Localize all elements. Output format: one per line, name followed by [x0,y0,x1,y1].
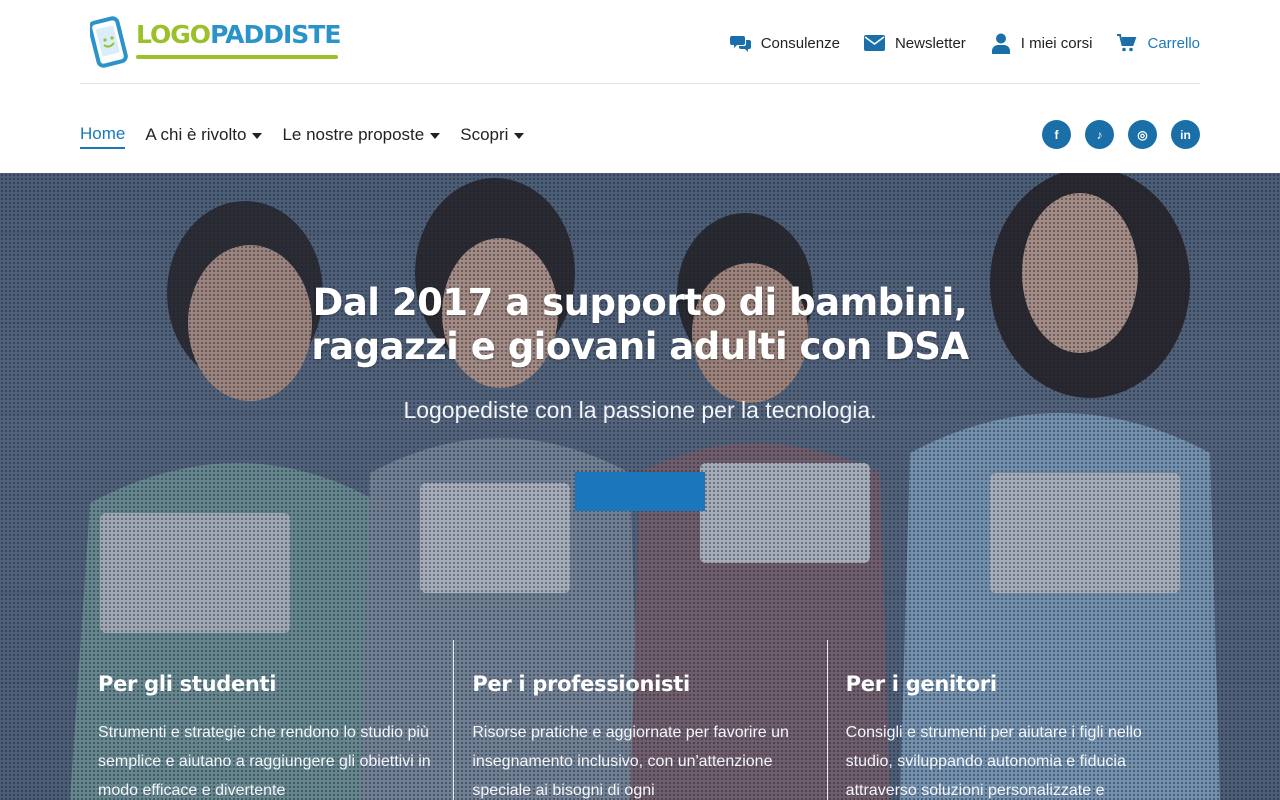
tablet-logo-icon [90,16,128,68]
hero-title-line1: Dal 2017 a supporto di bambini, [312,281,968,324]
main-nav: Home A chi è rivolto Le nostre proposte … [80,124,525,149]
nav-item-scopri[interactable]: Scopri [460,125,525,148]
column-professionisti: Per i professionisti Risorse pratiche e … [453,640,826,800]
i-miei-corsi-label: I miei corsi [1020,34,1093,52]
nav-item-a-chi-e-rivolto[interactable]: A chi è rivolto [145,125,263,148]
tiktok-icon[interactable]: ♪ [1085,120,1114,149]
nav-item-home-label: Home [80,124,126,143]
audience-columns: Per gli studenti Strumenti e strategie c… [80,640,1200,800]
logo-part1: LOGO [136,20,211,49]
carrello-label: Carrello [1147,34,1200,52]
social-links: f ♪ ◎ in [1042,120,1200,149]
nav-item-home[interactable]: Home [80,124,126,149]
caret-down-icon [252,133,263,139]
carrello-link[interactable]: Carrello [1116,32,1200,54]
column-studenti-text: Strumenti e strategie che rendono lo stu… [98,724,431,799]
column-genitori-title: Per i genitori [845,672,997,696]
column-genitori-text: Consigli e strumenti per aiutare i figli… [845,724,1142,799]
hero-subtitle: Logopediste con la passione per la tecno… [403,397,877,423]
column-genitori: Per i genitori Consigli e strumenti per … [826,640,1200,800]
envelope-icon [864,32,886,54]
newsletter-label: Newsletter [894,34,966,52]
hero-cta-button[interactable] [575,472,705,511]
top-header: LOGOPADDISTE Consulenze Newsletter I mie… [80,0,1200,84]
utility-nav: Consulenze Newsletter I miei corsi Carre… [730,32,1200,54]
caret-down-icon [430,133,441,139]
cart-icon [1116,32,1138,54]
i-miei-corsi-link[interactable]: I miei corsi [990,32,1093,54]
facebook-icon[interactable]: f [1042,120,1071,149]
instagram-icon[interactable]: ◎ [1128,120,1157,149]
chat-bubbles-icon [730,32,752,54]
caret-down-icon [514,133,525,139]
linkedin-icon[interactable]: in [1171,120,1200,149]
newsletter-link[interactable]: Newsletter [864,32,966,54]
consulenze-label: Consulenze [760,34,840,52]
main-nav-row: Home A chi è rivolto Le nostre proposte … [80,84,1200,172]
logo-underline [136,55,338,59]
user-icon [990,32,1012,54]
nav-item-le-nostre-proposte[interactable]: Le nostre proposte [282,125,441,148]
column-professionisti-text: Risorse pratiche e aggiornate per favori… [472,724,789,799]
nav-item-le-nostre-proposte-label: Le nostre proposte [282,125,425,144]
column-studenti: Per gli studenti Strumenti e strategie c… [80,640,453,800]
column-studenti-title: Per gli studenti [98,672,277,696]
site-logo[interactable]: LOGOPADDISTE [90,12,341,74]
logo-wordmark: LOGOPADDISTE [136,20,341,49]
hero-title-line2: ragazzi e giovani adulti con DSA [311,325,969,368]
nav-item-a-chi-e-rivolto-label: A chi è rivolto [145,125,247,144]
consulenze-link[interactable]: Consulenze [730,32,840,54]
hero-section: Dal 2017 a supporto di bambini, ragazzi … [0,173,1280,800]
logo-part2: PADDISTE [210,20,341,49]
nav-item-scopri-label: Scopri [460,125,509,144]
column-professionisti-title: Per i professionisti [472,672,690,696]
hero-title: Dal 2017 a supporto di bambini, ragazzi … [0,281,1280,369]
